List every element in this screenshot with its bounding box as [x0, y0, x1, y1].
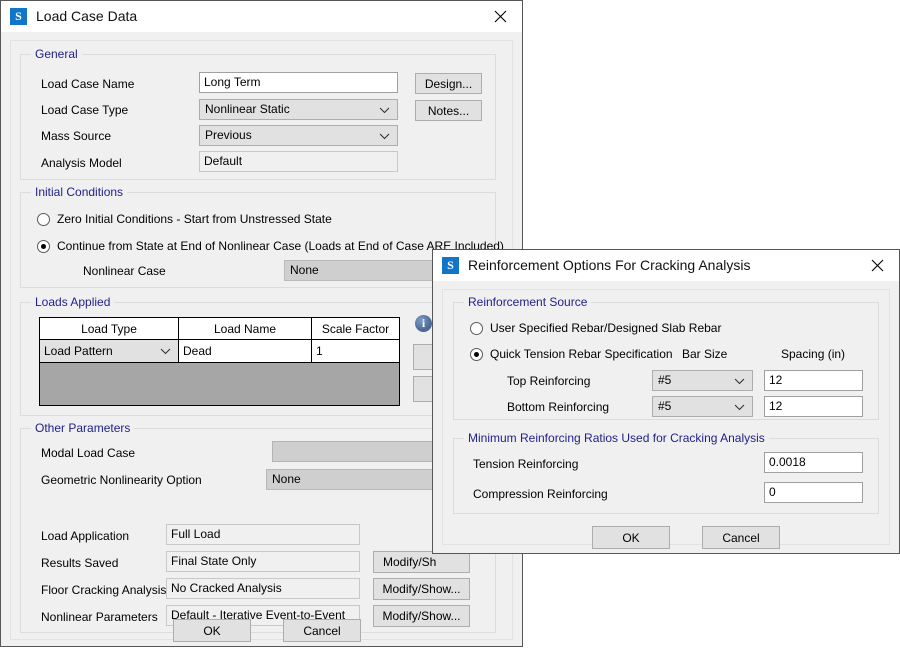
floor-cracking-field: No Cracked Analysis: [166, 578, 360, 599]
nonlinear-case-label: Nonlinear Case: [83, 264, 166, 278]
radio-zero-label: Zero Initial Conditions - Start from Uns…: [57, 212, 332, 226]
mass-source-value: Previous: [205, 128, 252, 142]
compression-reinforcing-input[interactable]: 0: [764, 482, 863, 503]
cell-load-type-value: Load Pattern: [44, 344, 113, 358]
cell-load-type[interactable]: Load Pattern: [40, 340, 179, 363]
load-case-name-input[interactable]: Long Term: [199, 72, 398, 93]
results-saved-modify-show-button[interactable]: Modify/Sh: [373, 551, 470, 573]
top-reinforcing-bar-size-value: #5: [658, 373, 671, 387]
load-application-label: Load Application: [41, 529, 129, 543]
nonlinear-case-combo[interactable]: None: [284, 260, 444, 281]
chevron-down-icon: [379, 103, 390, 117]
geometric-nonlinearity-value: None: [272, 472, 301, 486]
floor-cracking-label: Floor Cracking Analysis: [41, 583, 166, 597]
analysis-model-field: Default: [199, 151, 398, 172]
load-case-titlebar[interactable]: S Load Case Data: [1, 1, 522, 31]
spacing-header: Spacing (in): [781, 347, 845, 361]
radio-user-specified-label: User Specified Rebar/Designed Slab Rebar: [490, 321, 721, 335]
load-application-field: Full Load: [166, 524, 360, 545]
info-icon[interactable]: i: [415, 315, 432, 332]
chevron-down-icon: [379, 129, 390, 143]
bottom-reinforcing-spacing-input[interactable]: 12: [764, 396, 863, 417]
load-case-type-label: Load Case Type: [41, 103, 128, 117]
s-logo-icon: S: [442, 257, 459, 274]
load-case-ok-button[interactable]: OK: [173, 619, 251, 642]
radio-dot-icon: [470, 348, 483, 361]
results-saved-field: Final State Only: [166, 551, 360, 572]
load-case-type-combo[interactable]: Nonlinear Static: [199, 99, 398, 120]
reinforcement-client: Reinforcement Source User Specified Reba…: [433, 280, 899, 553]
modal-load-case-label: Modal Load Case: [41, 446, 135, 460]
modal-load-case-field: [272, 441, 447, 462]
minimum-ratios-group-title: Minimum Reinforcing Ratios Used for Crac…: [464, 431, 769, 445]
floor-cracking-modify-show-button[interactable]: Modify/Show...: [373, 578, 470, 600]
s-logo-icon: S: [10, 8, 27, 25]
results-saved-label: Results Saved: [41, 556, 118, 570]
geometric-nonlinearity-combo[interactable]: None: [266, 469, 447, 490]
radio-dot-icon: [37, 240, 50, 253]
column-header-load-name: Load Name: [179, 318, 312, 340]
bar-size-header: Bar Size: [682, 347, 727, 361]
tension-reinforcing-label: Tension Reinforcing: [473, 457, 578, 471]
chevron-down-icon: [734, 374, 745, 388]
radio-quick-tension-label: Quick Tension Rebar Specification: [490, 347, 673, 361]
load-case-title: Load Case Data: [36, 8, 137, 24]
bottom-reinforcing-bar-size-combo[interactable]: #5: [652, 396, 753, 417]
tension-reinforcing-input[interactable]: 0.0018: [764, 452, 863, 473]
mass-source-combo[interactable]: Previous: [199, 125, 398, 146]
reinforcement-options-window: S Reinforcement Options For Cracking Ana…: [432, 249, 900, 554]
radio-user-specified-rebar[interactable]: User Specified Rebar/Designed Slab Rebar: [470, 321, 721, 335]
column-header-scale-factor: Scale Factor: [312, 318, 399, 340]
radio-dot-icon: [37, 213, 50, 226]
radio-dot-icon: [470, 322, 483, 335]
general-group-title: General: [31, 47, 82, 61]
design-button[interactable]: Design...: [415, 73, 482, 94]
load-case-name-label: Load Case Name: [41, 77, 134, 91]
radio-zero-initial-conditions[interactable]: Zero Initial Conditions - Start from Uns…: [37, 212, 332, 226]
results-saved-modify-show-label: Modify/Sh: [383, 555, 436, 569]
loads-applied-table[interactable]: Load Type Load Name Scale Factor Load Pa…: [39, 317, 400, 406]
nonlinear-parameters-modify-show-button[interactable]: Modify/Show...: [373, 605, 470, 627]
bottom-reinforcing-label: Bottom Reinforcing: [507, 400, 609, 414]
load-case-type-value: Nonlinear Static: [205, 102, 290, 116]
table-row[interactable]: Load Pattern Dead 1: [40, 340, 399, 363]
load-case-cancel-button[interactable]: Cancel: [283, 619, 361, 642]
nonlinear-parameters-label: Nonlinear Parameters: [41, 610, 158, 624]
close-icon[interactable]: [478, 1, 522, 31]
reinforcement-source-group-title: Reinforcement Source: [464, 295, 591, 309]
mass-source-label: Mass Source: [41, 129, 111, 143]
chevron-down-icon: [160, 344, 171, 358]
top-reinforcing-spacing-input[interactable]: 12: [764, 370, 863, 391]
top-reinforcing-label: Top Reinforcing: [507, 374, 590, 388]
reinforcement-titlebar[interactable]: S Reinforcement Options For Cracking Ana…: [433, 250, 899, 280]
other-parameters-group-title: Other Parameters: [31, 421, 134, 435]
reinforcement-ok-button[interactable]: OK: [592, 526, 670, 549]
geometric-nonlinearity-label: Geometric Nonlinearity Option: [41, 473, 202, 487]
radio-quick-tension-rebar[interactable]: Quick Tension Rebar Specification: [470, 347, 673, 361]
bottom-reinforcing-bar-size-value: #5: [658, 399, 671, 413]
top-reinforcing-bar-size-combo[interactable]: #5: [652, 370, 753, 391]
cell-load-name[interactable]: Dead: [179, 340, 312, 363]
cell-scale-factor[interactable]: 1: [312, 340, 399, 363]
reinforcement-title: Reinforcement Options For Cracking Analy…: [468, 257, 750, 273]
notes-button[interactable]: Notes...: [415, 100, 482, 121]
column-header-load-type: Load Type: [40, 318, 179, 340]
reinforcement-cancel-button[interactable]: Cancel: [702, 526, 780, 549]
chevron-down-icon: [734, 400, 745, 414]
initial-conditions-group-title: Initial Conditions: [31, 185, 127, 199]
table-header-row: Load Type Load Name Scale Factor: [40, 318, 399, 340]
nonlinear-case-value: None: [290, 263, 319, 277]
analysis-model-label: Analysis Model: [41, 156, 122, 170]
close-icon[interactable]: [855, 250, 899, 280]
compression-reinforcing-label: Compression Reinforcing: [473, 487, 608, 501]
loads-applied-group-title: Loads Applied: [31, 295, 114, 309]
